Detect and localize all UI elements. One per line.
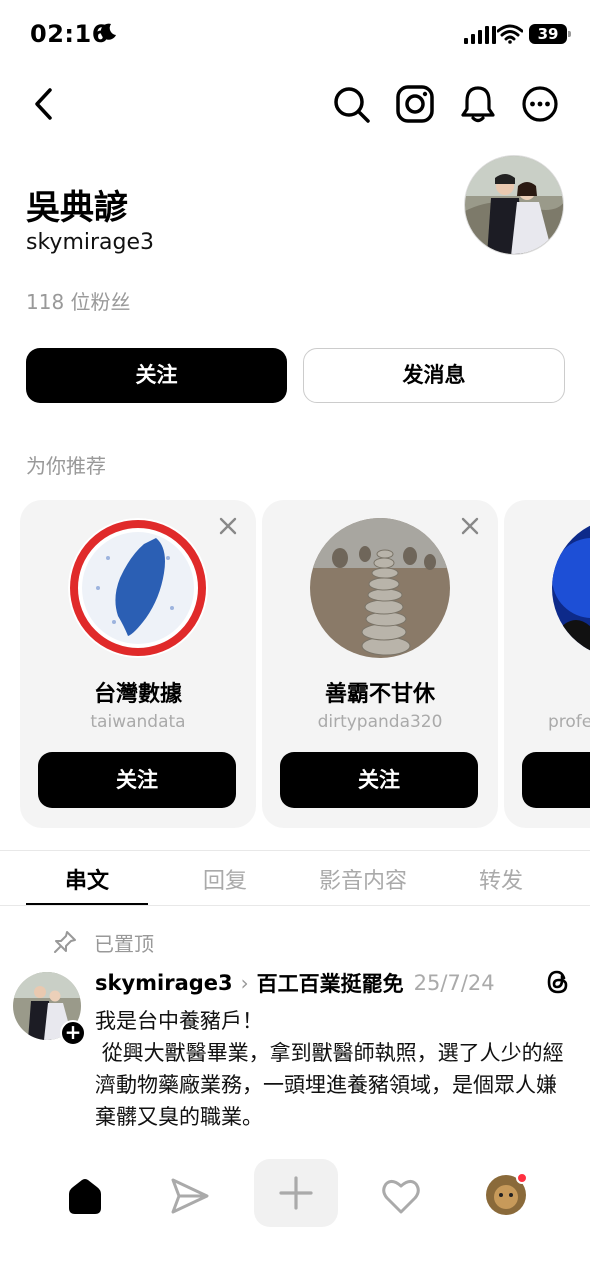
moon-icon: [100, 23, 116, 40]
profile-handle: skymirage3: [26, 230, 155, 255]
threads-icon[interactable]: [544, 968, 572, 996]
status-bar: 02:16 39: [0, 0, 590, 70]
recommend-handle: dirtypanda320: [317, 712, 443, 732]
recommend-avatar: [68, 518, 208, 658]
recommend-name: 善霸不甘休: [324, 682, 435, 707]
heart-icon[interactable]: [379, 1174, 423, 1218]
follower-count[interactable]: 118 位粉丝: [26, 286, 131, 315]
recommend-follow-button[interactable]: 关注: [38, 752, 236, 808]
post-username[interactable]: skymirage3: [95, 971, 233, 995]
recommend-avatar: [310, 518, 450, 658]
recommend-handle: taiwandata: [90, 712, 186, 732]
home-icon[interactable]: [63, 1174, 107, 1218]
post-line: 我是台中養豬戶！: [95, 1009, 263, 1033]
pinned-text: 已置顶: [94, 931, 154, 956]
tab-media[interactable]: 影音内容: [302, 863, 424, 895]
signal-icon: [464, 24, 496, 44]
more-icon[interactable]: [520, 84, 560, 124]
tab-reposts[interactable]: 转发: [440, 863, 562, 895]
recommend-handle: profe: [548, 712, 590, 732]
recommend-name: 台灣數據: [93, 682, 182, 707]
post-paragraph: 從興大獸醫畢業，拿到獸醫師執照，選了人少的經濟動物藥廠業務，一頭埋進養豬領域，是…: [95, 1041, 564, 1129]
follow-button[interactable]: 关注: [26, 348, 287, 403]
post-topic[interactable]: 百工百業挺罷免: [257, 968, 404, 998]
instagram-icon[interactable]: [395, 84, 435, 124]
message-button[interactable]: 发消息: [303, 348, 565, 403]
close-icon[interactable]: [460, 516, 480, 536]
chevron-left-icon[interactable]: [24, 84, 64, 124]
recommend-follow-button[interactable]: 关注: [280, 752, 478, 808]
new-post-button[interactable]: [254, 1159, 338, 1227]
recommend-card[interactable]: 台灣數據 taiwandata 关注: [20, 500, 256, 828]
tab-indicator: [26, 903, 148, 905]
recommend-follow-button[interactable]: [522, 752, 590, 808]
close-icon[interactable]: [218, 516, 238, 536]
recommend-avatar: [552, 518, 590, 658]
chevron-right-icon: ›: [240, 971, 249, 995]
recommend-card[interactable]: profe: [504, 500, 590, 828]
tab-threads[interactable]: 串文: [26, 863, 148, 895]
post-header: skymirage3 › 百工百業挺罷免 25/7/24: [95, 968, 495, 998]
battery-indicator: 39: [529, 24, 571, 44]
send-icon[interactable]: [167, 1174, 211, 1218]
pin-icon: [54, 931, 76, 953]
wifi-icon: [497, 24, 523, 44]
search-icon[interactable]: [331, 84, 371, 124]
post-body: 我是台中養豬戶！ 從興大獸醫畢業，拿到獸醫師執照，選了人少的經濟動物藥廠業務，一…: [95, 1005, 567, 1155]
bottom-nav: [0, 1150, 590, 1280]
notification-dot: [516, 1172, 528, 1184]
profile-avatar[interactable]: [464, 155, 564, 255]
follow-plus-icon[interactable]: +: [60, 1020, 86, 1046]
recommend-title: 为你推荐: [26, 454, 106, 478]
plus-icon: [279, 1176, 313, 1210]
recommend-card[interactable]: 善霸不甘休 dirtypanda320 关注: [262, 500, 498, 828]
post-date: 25/7/24: [413, 971, 495, 995]
profile-tabs: 串文 回复 影音内容 转发: [0, 850, 590, 906]
pinned-label: 已置顶: [52, 928, 154, 956]
tab-replies[interactable]: 回复: [164, 863, 286, 895]
bell-icon[interactable]: [458, 84, 498, 124]
profile-name: 吳典諺: [26, 188, 128, 228]
